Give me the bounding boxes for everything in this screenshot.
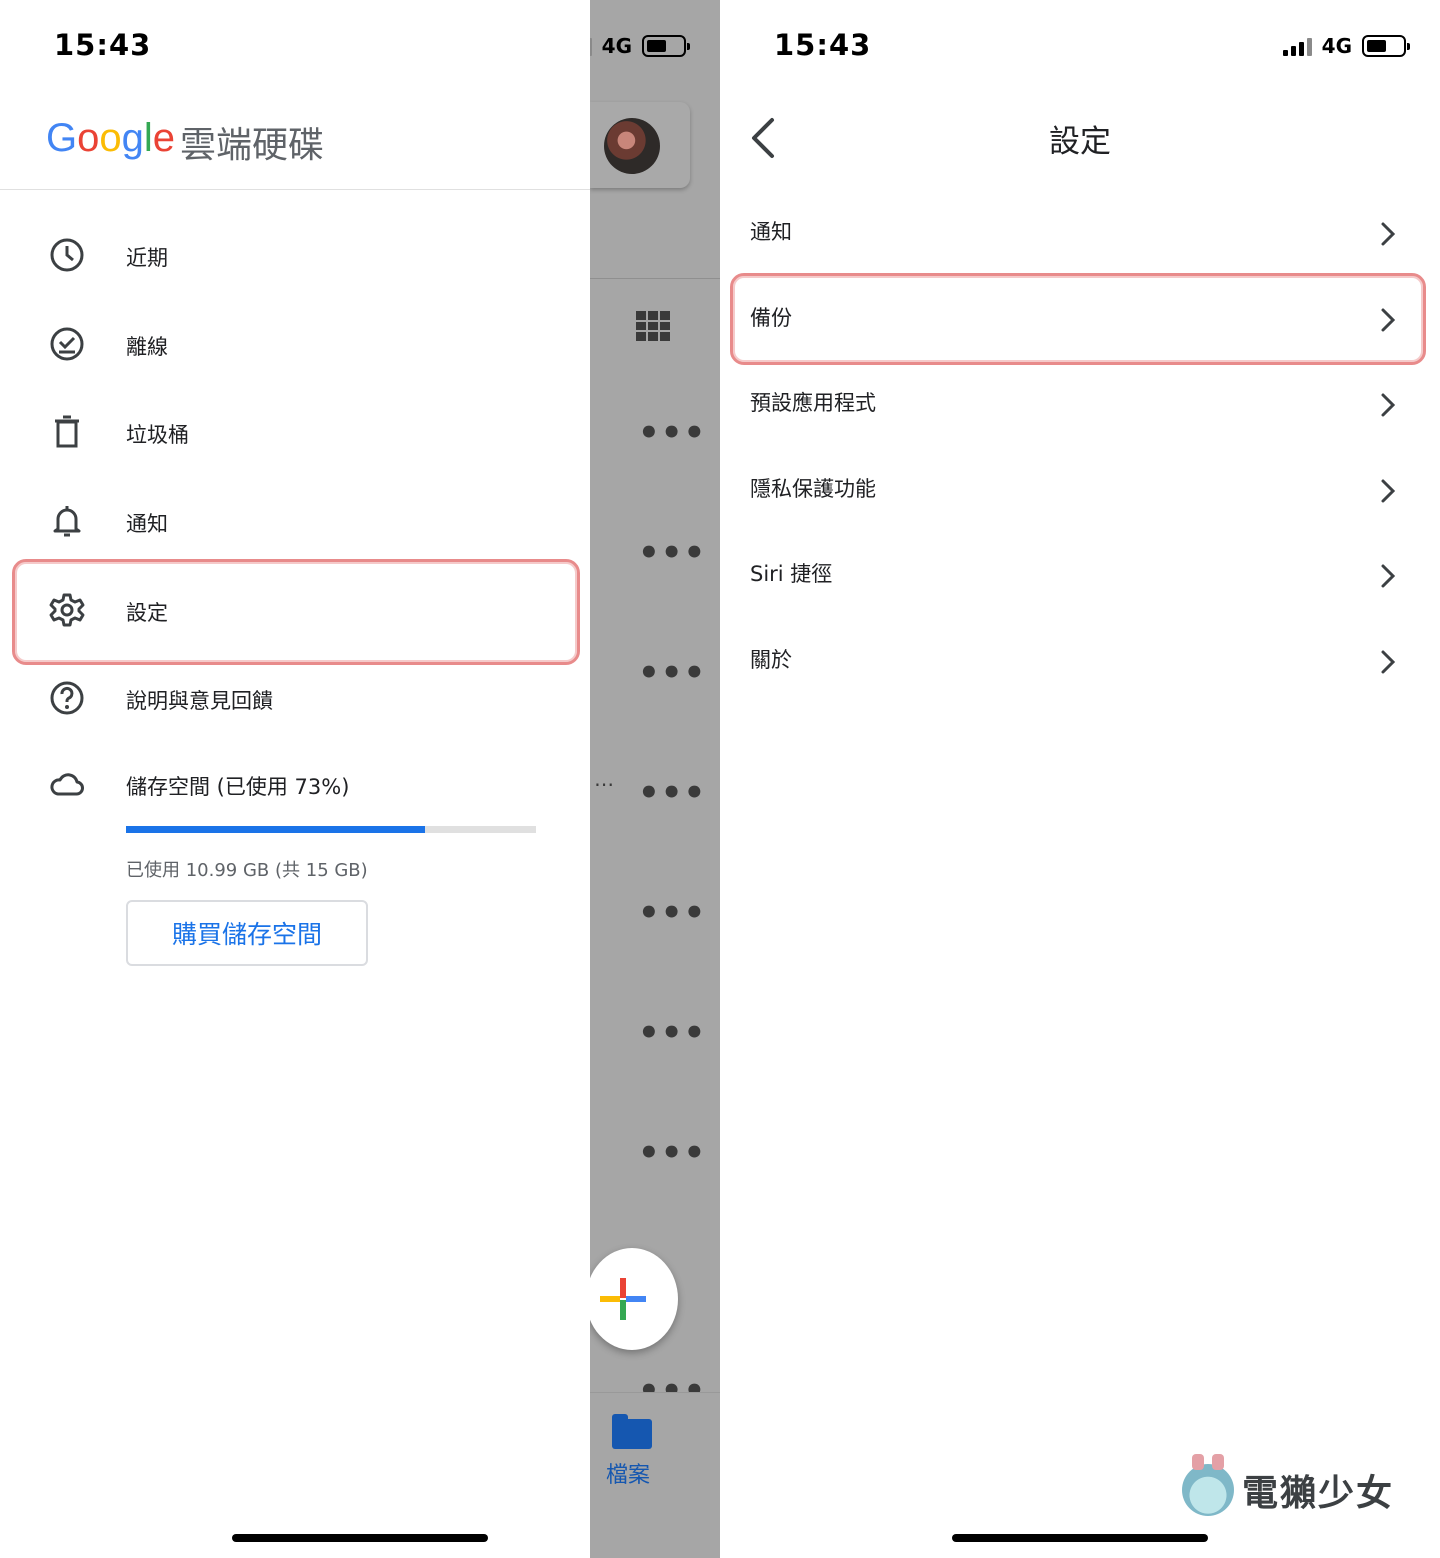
google-logo: Google — [46, 116, 176, 160]
menu-item-recent[interactable]: 近期 — [0, 212, 590, 300]
more-options-icon[interactable]: ••• — [638, 1136, 706, 1170]
settings-item-label: 預設應用程式 — [750, 391, 876, 415]
settings-item-privacy[interactable]: 隱私保護功能 — [720, 447, 1440, 533]
tab-files[interactable]: 檔案 — [606, 1457, 650, 1489]
mascot-icon — [1182, 1454, 1234, 1516]
settings-item-label: Siri 捷徑 — [750, 562, 833, 586]
home-indicator — [952, 1534, 1208, 1542]
menu-item-notifications[interactable]: 通知 — [0, 478, 590, 566]
menu-label: 儲存空間 (已使用 73%) — [126, 775, 350, 799]
menu-label: 說明與意見回饋 — [126, 689, 273, 713]
back-arrow-icon[interactable] — [748, 116, 780, 160]
more-options-icon[interactable]: ••• — [638, 1016, 706, 1050]
ellipsis-icon: ⋯ — [594, 772, 614, 796]
menu-label: 垃圾桶 — [126, 423, 189, 447]
menu-item-help[interactable]: 說明與意見回饋 — [0, 655, 590, 743]
navigation-drawer: 15:43 Google 雲端硬碟 近期 離線 垃圾桶 通知 設定 說明與意見回… — [0, 0, 590, 1558]
settings-item-siri-shortcuts[interactable]: Siri 捷徑 — [720, 532, 1440, 618]
help-icon — [50, 681, 84, 715]
home-indicator — [232, 1534, 488, 1542]
network-type: 4G — [1321, 34, 1352, 58]
highlight-box — [12, 559, 580, 665]
storage-progress-fill — [126, 826, 426, 833]
status-bar: 15:43 — [0, 0, 720, 90]
chevron-right-icon — [1381, 650, 1396, 674]
status-time: 15:43 — [54, 28, 152, 62]
status-time: 15:43 — [774, 28, 872, 62]
settings-item-label: 關於 — [750, 648, 792, 672]
clock-icon — [50, 238, 84, 272]
folder-icon[interactable] — [612, 1414, 652, 1449]
avatar[interactable] — [604, 118, 660, 174]
plus-icon — [600, 1278, 646, 1320]
watermark: 電獺少女 — [1182, 1454, 1422, 1520]
battery-icon — [1362, 35, 1410, 57]
menu-item-offline[interactable]: 離線 — [0, 301, 590, 389]
more-options-icon[interactable]: ••• — [638, 656, 706, 690]
storage-progress-bar — [126, 826, 536, 833]
chevron-right-icon — [1381, 479, 1396, 503]
menu-label: 近期 — [126, 246, 168, 270]
drive-menu-screen: ••• ••• ••• ⋯ ••• ••• ••• ••• ••• 檔案 15:… — [0, 0, 720, 1558]
menu-label: 通知 — [126, 512, 168, 536]
grid-view-icon[interactable] — [636, 311, 670, 341]
chevron-right-icon — [1381, 393, 1396, 417]
settings-screen: 15:43 4G 設定 通知 備份 預設應用程式 隱私保護功能 Siri 捷徑 … — [720, 0, 1440, 1558]
drive-file-list-background: ••• ••• ••• ⋯ ••• ••• ••• ••• ••• 檔案 — [586, 0, 720, 1558]
divider — [590, 278, 720, 279]
menu-label: 離線 — [126, 335, 168, 359]
more-options-icon[interactable]: ••• — [638, 536, 706, 570]
storage-detail: 已使用 10.99 GB (共 15 GB) — [126, 860, 368, 881]
settings-item-label: 隱私保護功能 — [750, 477, 876, 501]
buy-storage-button[interactable]: 購買儲存空間 — [126, 900, 368, 966]
highlight-box — [730, 273, 1426, 365]
drawer-header: Google 雲端硬碟 — [0, 100, 590, 190]
account-card — [590, 102, 690, 188]
bottom-nav: 檔案 — [590, 1392, 720, 1558]
chevron-right-icon — [1381, 222, 1396, 246]
trash-icon — [55, 415, 79, 448]
signal-icon — [1282, 36, 1312, 56]
more-options-icon[interactable]: ••• — [638, 416, 706, 450]
offline-check-icon — [50, 327, 84, 361]
page-title: 設定 — [1049, 124, 1111, 160]
settings-item-default-apps[interactable]: 預設應用程式 — [720, 361, 1440, 447]
menu-item-trash[interactable]: 垃圾桶 — [0, 389, 590, 477]
app-name: 雲端硬碟 — [180, 125, 325, 166]
more-options-icon[interactable]: ••• — [638, 776, 706, 810]
new-button[interactable] — [586, 1248, 678, 1350]
cloud-icon — [50, 773, 84, 796]
settings-item-about[interactable]: 關於 — [720, 618, 1440, 704]
status-bar: 15:43 4G — [720, 0, 1440, 90]
settings-item-notifications[interactable]: 通知 — [720, 190, 1440, 276]
more-options-icon[interactable]: ••• — [638, 896, 706, 930]
menu-item-storage[interactable]: 儲存空間 (已使用 73%) — [0, 741, 590, 829]
chevron-right-icon — [1381, 564, 1396, 588]
watermark-text: 電獺少女 — [1242, 1473, 1395, 1514]
bell-icon — [53, 506, 81, 537]
status-indicators: 4G — [1282, 34, 1410, 58]
settings-item-label: 通知 — [750, 220, 792, 244]
